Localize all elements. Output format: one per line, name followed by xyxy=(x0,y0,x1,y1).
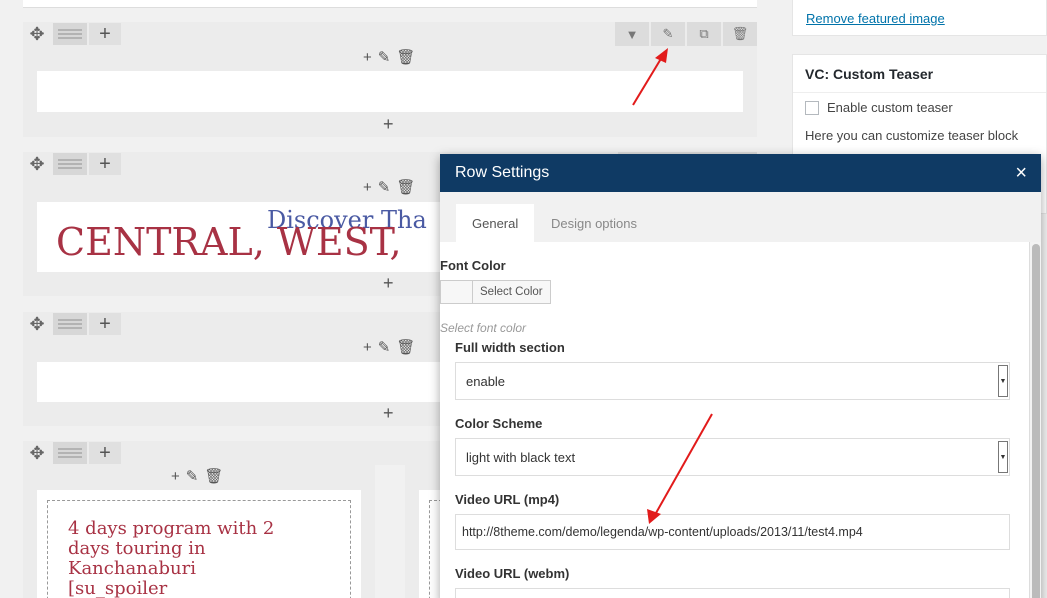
column-content[interactable] xyxy=(37,71,743,112)
layout-icon[interactable] xyxy=(53,313,87,335)
chevron-down-icon: ▼ xyxy=(998,365,1008,397)
row-controls: ✥ + xyxy=(23,312,121,336)
trash-icon[interactable]: 🗑 xyxy=(723,22,757,46)
color-swatch xyxy=(441,281,473,303)
add-element-button[interactable]: + xyxy=(383,114,394,135)
previous-row-bottom xyxy=(23,0,757,8)
plus-icon[interactable]: + xyxy=(363,339,372,356)
modal-header: Row Settings × xyxy=(440,154,1041,192)
pencil-icon[interactable]: ✎ xyxy=(186,467,199,485)
text-line: Kanchanaburi xyxy=(68,558,196,579)
move-icon[interactable]: ✥ xyxy=(23,23,51,45)
column-1: + ✎ 🗑 4 days program with 2 days touring… xyxy=(23,465,375,598)
scrollbar-thumb[interactable] xyxy=(1032,244,1040,598)
clone-icon[interactable]: ⧉ xyxy=(687,22,721,46)
video-webm-label: Video URL (webm) xyxy=(455,566,570,581)
modal-scrollbar[interactable] xyxy=(1029,242,1041,598)
move-icon[interactable]: ✥ xyxy=(23,153,51,175)
plus-icon[interactable]: + xyxy=(363,49,372,66)
layout-icon[interactable] xyxy=(53,153,87,175)
teaser-header: VC: Custom Teaser xyxy=(793,55,1046,93)
text-line: 4 days program with 2 xyxy=(68,518,275,539)
select-color-label: Select Color xyxy=(480,286,543,298)
enable-teaser-row: Enable custom teaser xyxy=(793,93,1046,122)
layout-icon[interactable] xyxy=(53,442,87,464)
enable-teaser-label: Enable custom teaser xyxy=(827,100,953,115)
trash-icon[interactable]: 🗑 xyxy=(396,48,415,66)
teaser-hint: Here you can customize teaser block xyxy=(805,128,1019,143)
add-element-button[interactable]: + xyxy=(383,273,394,294)
row-controls: ✥ + xyxy=(23,152,121,176)
trash-icon[interactable]: 🗑 xyxy=(396,178,415,196)
row-right-controls: ▼ ✎ ⧉ 🗑 xyxy=(613,22,757,46)
enable-teaser-checkbox[interactable] xyxy=(805,100,819,115)
row-settings-modal: Row Settings × General Design options Fo… xyxy=(440,154,1041,598)
plus-icon[interactable]: + xyxy=(171,468,180,485)
text-line: [su_spoiler xyxy=(68,578,168,598)
add-column-button[interactable]: + xyxy=(89,153,121,175)
video-webm-input[interactable] xyxy=(455,588,1010,598)
text-line: days touring in xyxy=(68,538,206,559)
row-controls: ✥ + xyxy=(23,22,121,46)
tab-general[interactable]: General xyxy=(456,204,535,242)
column-controls: + ✎ 🗑 xyxy=(171,467,223,486)
modal-tabs: General Design options xyxy=(440,192,1041,242)
column-controls: + ✎ 🗑 xyxy=(363,338,415,357)
layout-icon[interactable] xyxy=(53,23,87,45)
plus-icon[interactable]: + xyxy=(363,179,372,196)
full-width-value: enable xyxy=(466,373,506,389)
heading-text: CENTRAL, WEST, xyxy=(56,220,402,264)
text-block: 4 days program with 2 days touring in Ka… xyxy=(47,500,351,598)
add-column-button[interactable]: + xyxy=(89,313,121,335)
font-color-hint: Select font color xyxy=(440,321,527,335)
color-picker-button[interactable]: Select Color xyxy=(440,280,551,304)
add-element-button[interactable]: + xyxy=(383,403,394,424)
tab-design-options[interactable]: Design options xyxy=(535,204,653,242)
chevron-down-icon: ▼ xyxy=(998,441,1008,473)
vc-row-1: ✥ + ▼ ✎ ⧉ 🗑 + ✎ 🗑 + xyxy=(23,22,757,137)
add-column-button[interactable]: + xyxy=(89,23,121,45)
trash-icon[interactable]: 🗑 xyxy=(204,467,223,485)
color-scheme-select[interactable]: light with black text ▼ xyxy=(455,438,1010,476)
pencil-icon[interactable]: ✎ xyxy=(378,178,391,196)
video-mp4-input[interactable]: http://8theme.com/demo/legenda/wp-conten… xyxy=(455,514,1010,550)
teaser-title: VC: Custom Teaser xyxy=(805,66,934,82)
close-icon[interactable]: × xyxy=(1015,162,1027,185)
chevron-down-icon[interactable]: ▼ xyxy=(615,22,649,46)
trash-icon[interactable]: 🗑 xyxy=(396,338,415,356)
full-width-label: Full width section xyxy=(455,340,565,355)
move-icon[interactable]: ✥ xyxy=(23,442,51,464)
move-icon[interactable]: ✥ xyxy=(23,313,51,335)
color-scheme-label: Color Scheme xyxy=(455,416,543,431)
column-content[interactable]: 4 days program with 2 days touring in Ka… xyxy=(37,490,361,598)
modal-title: Row Settings xyxy=(455,164,550,181)
color-scheme-value: light with black text xyxy=(466,449,576,465)
remove-featured-image-link[interactable]: Remove featured image xyxy=(806,11,945,26)
font-color-label: Font Color xyxy=(440,258,506,273)
video-mp4-label: Video URL (mp4) xyxy=(455,492,560,507)
pencil-icon[interactable]: ✎ xyxy=(378,338,391,356)
video-mp4-value: http://8theme.com/demo/legenda/wp-conten… xyxy=(462,525,863,539)
featured-image-box: Remove featured image xyxy=(792,0,1047,36)
add-column-button[interactable]: + xyxy=(89,442,121,464)
full-width-select[interactable]: enable ▼ xyxy=(455,362,1010,400)
pencil-icon[interactable]: ✎ xyxy=(651,22,685,46)
column-controls: + ✎ 🗑 xyxy=(363,178,415,197)
column-controls: + ✎ 🗑 xyxy=(363,48,415,67)
pencil-icon[interactable]: ✎ xyxy=(378,48,391,66)
